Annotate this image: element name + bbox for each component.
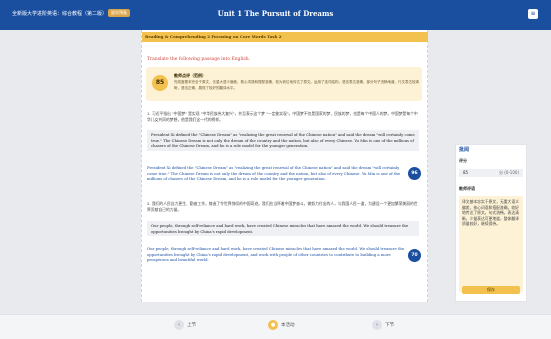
- chevron-right-icon: ›: [372, 320, 382, 330]
- activity-icon: ●: [268, 320, 278, 330]
- score-card-comment: 完成度基本完全于原文，无重大语义偏差。核心词语和搭配准确，较为到位地传达了原文。…: [174, 80, 419, 90]
- passage-1-translation[interactable]: President Xi defined the "Chinese Dream"…: [147, 165, 405, 182]
- score-label: 评分: [459, 158, 467, 163]
- passage-2-translation[interactable]: Our people, through self-reliance and ha…: [147, 246, 405, 263]
- current-activity-label: 本活动: [281, 323, 295, 328]
- next-section-label: 下节: [385, 323, 394, 328]
- prev-section-button[interactable]: ‹ 上节: [174, 320, 196, 330]
- score-value: 85: [463, 170, 469, 175]
- passage-2-score-badge: 70: [408, 249, 421, 262]
- grading-panel-title: 批阅: [459, 147, 470, 153]
- passage-1-source: President Xi defined the "Chinese Dream"…: [147, 130, 419, 151]
- instruction-text: Translate the following passage into Eng…: [147, 57, 251, 62]
- score-input[interactable]: 85 分 (0-100): [459, 169, 523, 177]
- score-card-title: 教师点评（范例）: [174, 73, 206, 78]
- passage-1-chinese: 1. 习近平指出 "中国梦" 是实现 "中华民族伟大复兴"，并且表示这个梦 "一…: [147, 111, 418, 122]
- task-banner: Reading & Comprehending 2 Focusing on Co…: [142, 32, 428, 42]
- top-bar: 全新版大学进阶英语：综合教程（第二版） 留学预备 Unit 1 The Purs…: [0, 0, 551, 30]
- prev-section-label: 上节: [187, 323, 196, 328]
- save-button[interactable]: 保存: [462, 286, 520, 294]
- chevron-left-icon: ‹: [174, 320, 184, 330]
- passage-2-chinese: 2. 我们的人民自力更生、勤奋工作，铸造了令世界惊叹的中国奇迹。我们应当怀着中国…: [147, 201, 418, 212]
- passage-2-source: Our people, through self-reliance and ha…: [147, 221, 419, 237]
- evaluation-text: 译文基本忠实于原文，无重大语义偏差，核心词语和搭配准确，较好地传达了原文。句式流…: [462, 199, 519, 226]
- next-section-button[interactable]: › 下节: [372, 320, 394, 330]
- unit-title: Unit 1 The Pursuit of Dreams: [217, 9, 334, 18]
- overall-score: 85: [152, 75, 168, 91]
- evaluation-label: 教师评语: [459, 186, 475, 191]
- menu-icon[interactable]: ≡: [528, 9, 538, 19]
- current-activity-button[interactable]: ● 本活动: [268, 320, 295, 330]
- score-range: 分 (0-100): [498, 170, 519, 175]
- evaluation-textarea[interactable]: 译文基本忠实于原文，无重大语义偏差，核心词语和搭配准确，较好地传达了原文。句式流…: [459, 196, 523, 292]
- passage-1-score-badge: 96: [408, 167, 421, 180]
